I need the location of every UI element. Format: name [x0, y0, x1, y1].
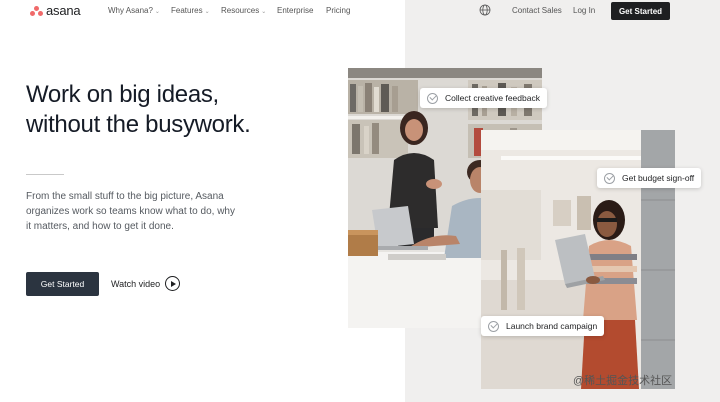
hero-headline-line2: without the busywork. [26, 111, 251, 138]
chevron-down-icon: ⌄ [204, 9, 210, 15]
check-circle-icon [604, 172, 615, 184]
asana-logo[interactable]: asana [30, 3, 81, 18]
globe-icon[interactable] [479, 4, 491, 16]
hero-divider [26, 174, 64, 175]
tag-collect-feedback: Collect creative feedback [420, 88, 547, 108]
check-circle-icon [488, 320, 499, 332]
hero-headline-line1: Work on big ideas, [26, 81, 219, 108]
watch-video-label: Watch video [111, 278, 161, 289]
chevron-down-icon: ⌄ [154, 9, 160, 15]
logo-text: asana [46, 3, 81, 18]
tag-budget-sign-off: Get budget sign-off [597, 168, 702, 188]
nav-contact-sales[interactable]: Contact Sales [512, 6, 562, 16]
hero-subtext: From the small stuff to the big picture,… [26, 191, 235, 232]
hero-headline: Work on big ideas, without the busywork. [26, 80, 251, 140]
chevron-down-icon: ⌄ [261, 9, 267, 15]
nav-get-started-button[interactable]: Get Started [611, 2, 670, 20]
play-icon [165, 276, 181, 291]
nav-why-asana[interactable]: Why Asana? ⌄ [108, 6, 160, 17]
nav-login[interactable]: Log In [573, 6, 595, 16]
nav-features[interactable]: Features ⌄ [171, 6, 210, 17]
check-circle-icon [427, 92, 438, 104]
tag-launch-campaign: Launch brand campaign [481, 316, 605, 336]
nav-pricing[interactable]: Pricing [326, 6, 350, 16]
watermark: @稀土掘金技术社区 [573, 375, 673, 387]
hero-get-started-button[interactable]: Get Started [26, 272, 99, 296]
nav-resources[interactable]: Resources ⌄ [221, 6, 266, 17]
watch-video-link[interactable]: Watch video [111, 276, 181, 291]
asana-logo-icon [30, 5, 43, 16]
nav-enterprise[interactable]: Enterprise [277, 6, 313, 16]
top-nav: asana Why Asana? ⌄ Features ⌄ Resources ⌄ E… [0, 0, 720, 22]
